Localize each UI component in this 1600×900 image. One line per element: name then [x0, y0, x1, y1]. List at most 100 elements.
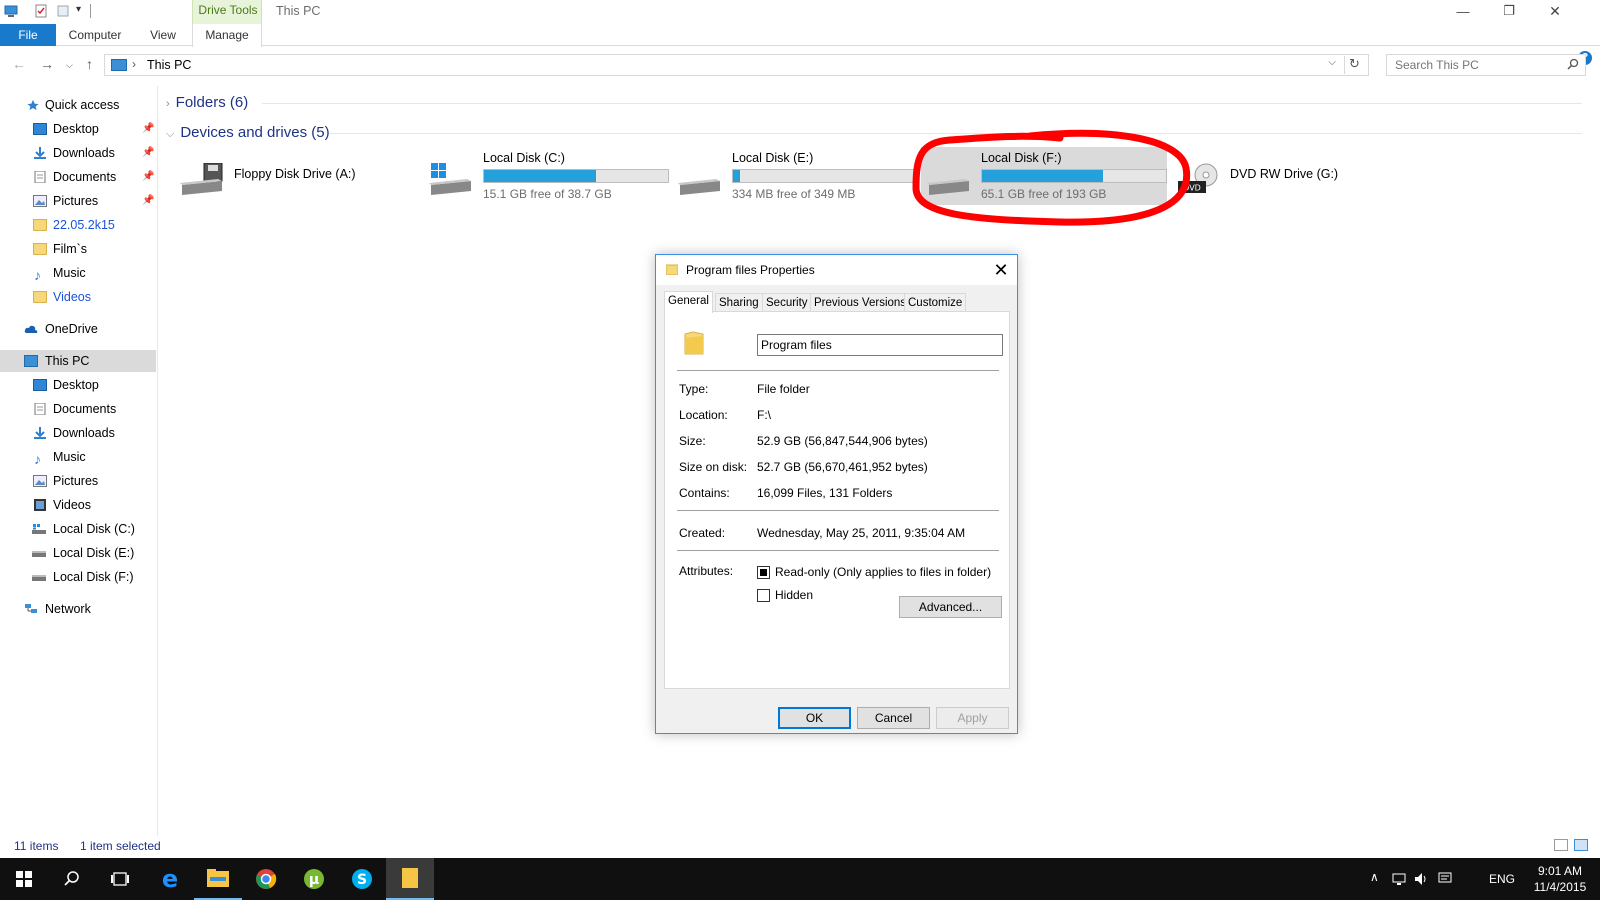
tab-view[interactable]: View	[138, 24, 188, 46]
clock-time[interactable]: 9:01 AM	[1530, 864, 1590, 878]
nav-label: Local Disk (F:)	[53, 570, 134, 584]
search-box[interactable]	[1386, 54, 1586, 76]
restore-button[interactable]: ❐	[1486, 0, 1532, 22]
taskbar-chrome[interactable]	[242, 858, 290, 900]
taskbar-search-button[interactable]	[48, 858, 96, 900]
tab-security[interactable]: Security	[762, 293, 812, 312]
forward-arrow-icon[interactable]: →	[40, 56, 54, 72]
refresh-icon[interactable]: ↻	[1344, 56, 1364, 74]
hard-drive-icon	[32, 575, 46, 581]
back-arrow-icon[interactable]: ←	[12, 56, 26, 72]
pin-icon[interactable]: 📌	[142, 118, 154, 140]
taskbar-folder-window[interactable]	[386, 858, 434, 900]
search-icon[interactable]	[1567, 58, 1579, 70]
folder-name-input[interactable]	[757, 334, 1003, 356]
download-icon	[34, 427, 46, 439]
taskbar-file-explorer[interactable]	[194, 858, 242, 900]
minimize-button[interactable]: —	[1440, 0, 1486, 22]
nav-pc-desktop[interactable]: Desktop	[0, 374, 156, 396]
nav-quick-music[interactable]: ♪ Music	[0, 262, 156, 284]
close-button[interactable]: ✕	[1532, 0, 1578, 22]
address-bar[interactable]: › This PC ⌵ ↻	[104, 54, 1369, 76]
title-bar: ▾ Drive Tools This PC — ❐ ✕	[0, 0, 1600, 42]
tab-previous-versions[interactable]: Previous Versions	[810, 293, 911, 312]
panel-divider	[677, 370, 999, 371]
pin-icon[interactable]: 📌	[142, 142, 154, 164]
nav-pc-videos[interactable]: Videos	[0, 494, 156, 516]
type-value: File folder	[757, 382, 810, 396]
tab-computer[interactable]: Computer	[60, 24, 130, 46]
tab-file[interactable]: File	[0, 24, 56, 46]
taskbar-edge[interactable]: e	[146, 858, 194, 900]
ok-button[interactable]: OK	[778, 707, 851, 729]
volume-icon[interactable]	[1414, 872, 1428, 886]
taskbar-skype[interactable]: S	[338, 858, 386, 900]
customize-qat-icon[interactable]: ▾	[76, 4, 90, 18]
nav-quick-films[interactable]: Film`s	[0, 238, 156, 260]
recent-locations-icon[interactable]: ⌵	[66, 60, 73, 71]
drive-tools-label: Drive Tools	[198, 3, 258, 17]
apply-button[interactable]: Apply	[936, 707, 1009, 729]
cancel-button[interactable]: Cancel	[857, 707, 930, 729]
large-icons-view-icon[interactable]	[1574, 839, 1588, 851]
network-tray-icon[interactable]	[1392, 872, 1406, 886]
taskbar-utorrent[interactable]: µ	[290, 858, 338, 900]
nav-quick-desktop[interactable]: Desktop 📌	[0, 118, 156, 140]
task-view-button[interactable]	[96, 858, 144, 900]
tab-sharing[interactable]: Sharing	[715, 293, 763, 312]
desktop-icon	[33, 123, 47, 135]
search-icon	[64, 871, 79, 886]
chevron-right-icon[interactable]: ›	[166, 98, 170, 110]
nav-this-pc[interactable]: This PC	[0, 350, 156, 372]
drive-local-disk-c[interactable]: Local Disk (C:) 15.1 GB free of 38.7 GB	[423, 147, 669, 205]
nav-label: Local Disk (C:)	[53, 522, 135, 536]
nav-quick-folder-220515[interactable]: 22.05.2k15	[0, 214, 156, 236]
folders-group-header[interactable]: › Folders (6)	[166, 92, 248, 114]
advanced-button[interactable]: Advanced...	[899, 596, 1002, 618]
hidden-checkbox[interactable]	[757, 589, 770, 602]
nav-pc-local-disk-e[interactable]: Local Disk (E:)	[0, 542, 156, 564]
pin-icon[interactable]: 📌	[142, 166, 154, 188]
new-folder-icon[interactable]	[56, 4, 70, 18]
nav-quick-videos[interactable]: Videos	[0, 286, 156, 308]
nav-pc-local-disk-c[interactable]: Local Disk (C:)	[0, 518, 156, 540]
nav-pc-local-disk-f[interactable]: Local Disk (F:)	[0, 566, 156, 588]
nav-pc-documents[interactable]: Documents	[0, 398, 156, 420]
search-input[interactable]	[1387, 55, 1557, 75]
drive-local-disk-e[interactable]: Local Disk (E:) 334 MB free of 349 MB	[672, 147, 918, 205]
input-language[interactable]: ENG	[1489, 872, 1515, 886]
devices-group-header[interactable]: ⌵ Devices and drives (5)	[166, 122, 330, 144]
tab-general[interactable]: General	[664, 291, 713, 313]
clock-date[interactable]: 11/4/2015	[1530, 880, 1590, 894]
nav-pc-pictures[interactable]: Pictures	[0, 470, 156, 492]
action-center-icon[interactable]	[1438, 872, 1452, 886]
tab-manage[interactable]: Manage	[192, 24, 262, 47]
nav-quick-downloads[interactable]: Downloads 📌	[0, 142, 156, 164]
this-pc-icon	[111, 59, 127, 71]
nav-quick-access[interactable]: Quick access	[0, 94, 156, 116]
start-button[interactable]	[0, 858, 48, 900]
nav-pc-music[interactable]: ♪ Music	[0, 446, 156, 468]
dialog-close-button[interactable]: ✕	[985, 255, 1017, 285]
address-dropdown-icon[interactable]: ⌵	[1328, 57, 1336, 68]
tab-customize[interactable]: Customize	[904, 293, 967, 312]
chevron-down-icon[interactable]: ⌵	[166, 128, 174, 140]
readonly-checkbox[interactable]	[757, 566, 770, 579]
pin-icon[interactable]: 📌	[142, 190, 154, 212]
show-hidden-icons-icon[interactable]: ∧	[1370, 870, 1384, 884]
drive-floppy-a[interactable]: Floppy Disk Drive (A:)	[174, 147, 420, 205]
breadcrumb-separator-icon[interactable]: ›	[132, 57, 136, 71]
nav-onedrive[interactable]: OneDrive	[0, 318, 156, 340]
properties-icon[interactable]	[34, 4, 48, 18]
nav-quick-documents[interactable]: Documents 📌	[0, 166, 156, 188]
dialog-title-bar[interactable]: Program files Properties ✕	[656, 255, 1017, 285]
nav-quick-pictures[interactable]: Pictures 📌	[0, 190, 156, 212]
computer-icon[interactable]	[4, 4, 18, 18]
floppy-drive-icon	[180, 163, 223, 195]
up-arrow-icon[interactable]: ↑	[86, 56, 93, 72]
nav-pc-downloads[interactable]: Downloads	[0, 422, 156, 444]
address-path[interactable]: This PC	[147, 58, 191, 72]
details-view-icon[interactable]	[1554, 839, 1568, 851]
nav-network[interactable]: Network	[0, 598, 156, 620]
nav-label: Downloads	[53, 426, 115, 440]
